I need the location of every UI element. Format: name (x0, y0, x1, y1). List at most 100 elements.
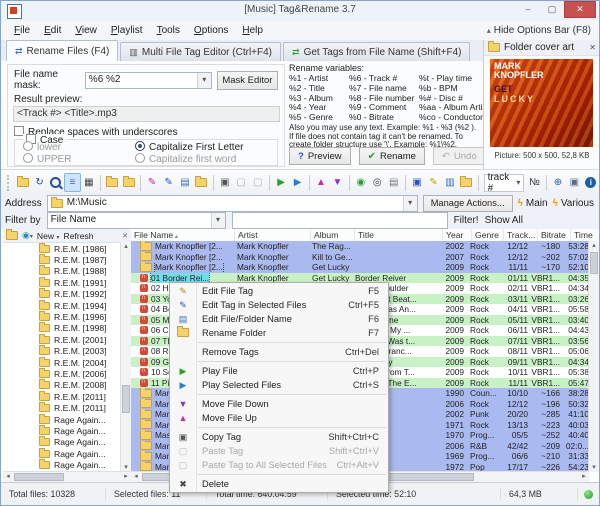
globe-icon[interactable]: ◉▾ (22, 230, 33, 241)
rename-folder-icon[interactable] (193, 173, 209, 192)
context-menu-item[interactable]: ▶Play FileCtrl+P (170, 364, 388, 378)
tree-item[interactable]: R.E.M. [1986] (3, 243, 121, 254)
folder-actions-icon[interactable] (458, 173, 474, 192)
column-header-Year[interactable]: Year (443, 229, 472, 241)
column-header-Track...[interactable]: Track... (504, 229, 538, 241)
close-button[interactable]: ✕ (564, 1, 596, 18)
radio-lower[interactable]: lower (23, 141, 71, 153)
main-action-button[interactable]: ϟMain (518, 198, 548, 209)
column-header-Album[interactable]: Album (311, 229, 355, 241)
manage-actions-button[interactable]: Manage Actions... (423, 195, 513, 212)
cover-art-icon[interactable]: ▣ (409, 173, 425, 192)
tree-item[interactable]: R.E.M. [1996] (3, 311, 121, 322)
context-menu-item[interactable]: ▼Move File Down (170, 397, 388, 411)
menu-options[interactable]: Options (187, 23, 235, 38)
tree-item[interactable]: R.E.M. [2008] (3, 380, 121, 391)
info-icon[interactable]: i (583, 173, 599, 192)
table-row[interactable]: Mark Knopfler [2...Mark KnopflerGet Luck… (131, 262, 589, 273)
various-action-button[interactable]: ϟVarious (553, 198, 594, 209)
chevron-down-icon[interactable] (403, 196, 417, 211)
tree-item[interactable]: R.E.M. [2001] (3, 334, 121, 345)
scroll-up-icon[interactable]: ▴ (121, 242, 131, 251)
tree-item[interactable]: Rage Again... (3, 425, 121, 436)
cd-drive-icon[interactable]: ▤ (385, 173, 401, 192)
edit-filename-icon[interactable]: ✎ (425, 173, 441, 192)
context-menu-item[interactable]: ▤Edit File/Folder NameF6 (170, 312, 388, 326)
scroll-right-icon[interactable]: ▸ (121, 472, 131, 481)
undo-button[interactable]: ↶Undo (433, 147, 486, 165)
scroll-right-icon[interactable]: ▸ (579, 472, 589, 481)
radio-icon[interactable] (23, 141, 33, 151)
copy-files-icon[interactable]: ▥ (442, 173, 458, 192)
tree-item[interactable]: R.E.M. [1988] (3, 266, 121, 277)
table-row[interactable]: Mark Knopfler [2...Mark KnopflerKill to … (131, 252, 589, 263)
address-combo[interactable]: M:\Music (47, 195, 418, 212)
album-art[interactable]: MARK KNOPFLER GET LUCKY (490, 59, 593, 147)
scroll-up-icon[interactable]: ▴ (589, 241, 599, 250)
tree-item[interactable]: Rage Again... (3, 459, 121, 470)
open-folder-icon[interactable] (15, 173, 31, 192)
tree-view-icon[interactable]: ≡ (64, 173, 80, 192)
tree-item[interactable]: R.E.M. [2003] (3, 346, 121, 357)
file-name-mask-combo[interactable]: %6 %2 (85, 72, 212, 89)
tree-item[interactable]: R.E.M. [2011] (3, 402, 121, 413)
maximize-button[interactable]: ▢ (540, 1, 564, 18)
cd-icon[interactable]: ◎ (369, 173, 385, 192)
mask-editor-button[interactable]: Mask Editor (217, 71, 278, 90)
column-header-Time[interactable]: Time (571, 229, 600, 241)
close-icon[interactable]: ✕ (122, 232, 128, 240)
context-menu-item[interactable]: ✎Edit Tag in Selected FilesCtrl+F5 (170, 298, 388, 312)
menu-help[interactable]: Help (235, 23, 270, 38)
tree-item[interactable]: R.E.M. [2011] (3, 391, 121, 402)
tree-item[interactable]: R.E.M. [2004] (3, 357, 121, 368)
menu-view[interactable]: View (68, 23, 104, 38)
folder-icon[interactable] (6, 231, 18, 240)
tree-vertical-scrollbar[interactable]: ▴ ▾ (120, 242, 131, 472)
filter-field-combo[interactable]: File Name (47, 212, 226, 229)
toolbar-grip[interactable] (7, 175, 12, 191)
search-icon[interactable] (48, 173, 64, 192)
minimize-button[interactable]: – (516, 1, 540, 18)
context-menu-item[interactable]: ✖Delete (170, 477, 388, 491)
web-search-icon[interactable]: ⊕ (550, 173, 566, 192)
tree-item[interactable]: Rage Again... (3, 448, 121, 459)
column-header-Artist[interactable]: Artist (235, 229, 311, 241)
context-menu-item[interactable]: ▶Play Selected FilesCtrl+S (170, 378, 388, 392)
chevron-down-icon[interactable] (211, 213, 225, 228)
edit-tag-icon[interactable]: ✎ (144, 173, 160, 192)
context-menu-item[interactable]: ▢Paste TagShift+Ctrl+V (170, 444, 388, 458)
show-all-button[interactable]: Show All (485, 215, 523, 226)
column-header-Genre[interactable]: Genre (472, 229, 504, 241)
tree-item[interactable]: R.E.M. [1987] (3, 254, 121, 265)
rename-button[interactable]: ✔Rename (359, 147, 425, 165)
column-header-Title[interactable]: Title (355, 229, 443, 241)
context-menu-item[interactable]: ▢Paste Tag to All Selected FilesCtrl+Alt… (170, 458, 388, 472)
scrollbar-thumb[interactable] (590, 252, 598, 274)
paste-all-icon[interactable]: ▢ (249, 173, 265, 192)
renumber-icon[interactable]: № (526, 173, 542, 192)
tree-item[interactable]: R.E.M. [2006] (3, 368, 121, 379)
menu-tools[interactable]: Tools (150, 23, 187, 38)
tree-horizontal-scrollbar[interactable]: ◂ ▸ (3, 471, 131, 482)
new-folder-icon[interactable] (120, 173, 136, 192)
paste-tag-icon[interactable]: ▢ (233, 173, 249, 192)
move-down-icon[interactable]: ▼ (329, 173, 345, 192)
hide-options-bar-button[interactable]: ▴ Hide Options Bar (F8) (487, 25, 599, 36)
column-header-Bitrate[interactable]: Bitrate (538, 229, 571, 241)
filter-button[interactable]: Filter! (454, 215, 479, 226)
radio-icon[interactable] (135, 153, 145, 163)
chevron-down-icon[interactable] (516, 177, 520, 188)
filter-input[interactable] (232, 212, 448, 229)
amazon-search-icon[interactable]: ◉ (353, 173, 369, 192)
new-folder-button[interactable]: New ▾ (37, 231, 60, 241)
column-header-File Name[interactable]: File Name ▴ (131, 229, 235, 241)
scrollbar-thumb[interactable] (14, 473, 64, 481)
play-file-icon[interactable]: ▶ (273, 173, 289, 192)
tab-1[interactable]: ⇄Rename Files (F4) (6, 40, 118, 61)
close-icon[interactable]: ✕ (589, 43, 596, 52)
tree-refresh-button[interactable]: Refresh (63, 231, 93, 241)
grid-view-icon[interactable]: ▦ (81, 173, 97, 192)
move-up-icon[interactable]: ▲ (313, 173, 329, 192)
context-menu-item[interactable]: ▣Copy TagShift+Ctrl+C (170, 430, 388, 444)
play-selected-icon[interactable]: ▶ (289, 173, 305, 192)
